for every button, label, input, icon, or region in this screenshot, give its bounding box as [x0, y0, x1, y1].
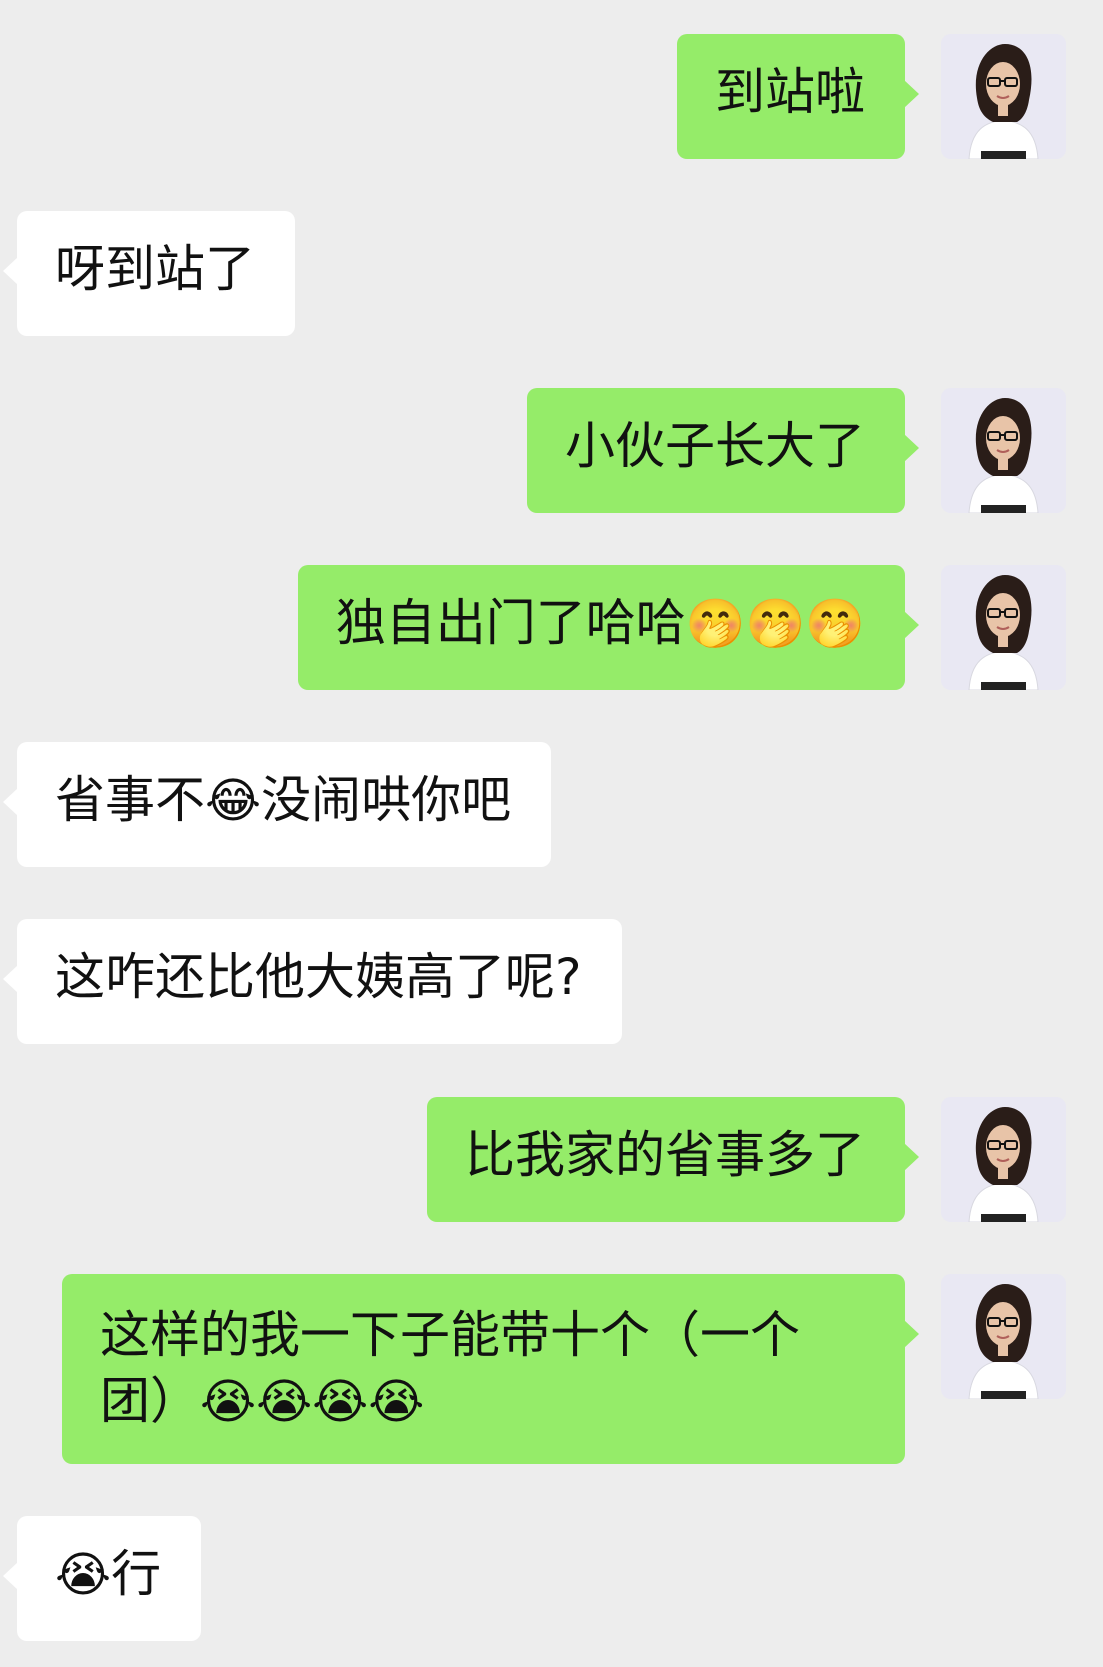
user-avatar-icon [941, 565, 1066, 690]
avatar[interactable] [941, 1274, 1066, 1399]
message-bubble-outgoing[interactable]: 小伙子长大了 [527, 388, 919, 513]
message-text: 没闹哄你吧 [261, 771, 512, 829]
avatar[interactable] [941, 34, 1066, 159]
avatar[interactable] [941, 388, 1066, 513]
message-bubble-incoming[interactable]: 😭行 [2, 1516, 202, 1641]
message-bubble-outgoing[interactable]: 独自出门了哈哈🤭🤭🤭 [297, 565, 920, 690]
avatar[interactable] [941, 565, 1066, 690]
message-bubble-outgoing[interactable]: 比我家的省事多了 [427, 1097, 919, 1222]
avatar[interactable] [941, 1097, 1066, 1222]
chat-area: 到站啦 呀到站了 小伙子长大了 独自出门了哈哈🤭🤭🤭 省事不😂没闹哄你吧 这咋还… [0, 0, 1103, 1667]
user-avatar-icon [941, 388, 1066, 513]
user-avatar-icon [941, 34, 1066, 159]
message-text: 到站啦 [715, 63, 865, 121]
message-text: 行 [111, 1545, 162, 1603]
message-text: 这咋还比他大姨高了呢? [55, 948, 582, 1006]
message-text: 比我家的省事多了 [465, 1126, 865, 1184]
message-bubble-outgoing[interactable]: 这样的我一下子能带十个（一个 团）😭😭😭😭 [62, 1274, 919, 1464]
message-text: 独自出门了哈哈 [335, 594, 686, 652]
message-text: 呀到站了 [55, 240, 255, 298]
message-text: 省事不 [55, 771, 205, 829]
message-text-line: 团）😭😭😭😭 [100, 1368, 865, 1435]
message-bubble-incoming[interactable]: 这咋还比他大姨高了呢? [3, 919, 622, 1044]
hand-over-mouth-emoji-icon: 🤭🤭🤭 [685, 596, 865, 652]
loudly-crying-emoji-icon: 😭 [55, 1547, 112, 1603]
message-bubble-outgoing[interactable]: 到站啦 [677, 34, 919, 159]
message-text: 团） [100, 1372, 200, 1430]
loudly-crying-emoji-icon: 😭😭😭😭 [200, 1374, 425, 1430]
message-bubble-incoming[interactable]: 省事不😂没闹哄你吧 [2, 742, 552, 867]
message-bubble-incoming[interactable]: 呀到站了 [3, 211, 295, 336]
message-text-line: 这样的我一下子能带十个（一个 [100, 1306, 800, 1364]
user-avatar-icon [941, 1274, 1066, 1399]
tears-of-joy-emoji-icon: 😂 [205, 773, 262, 829]
user-avatar-icon [941, 1097, 1066, 1222]
message-text: 小伙子长大了 [565, 417, 865, 475]
